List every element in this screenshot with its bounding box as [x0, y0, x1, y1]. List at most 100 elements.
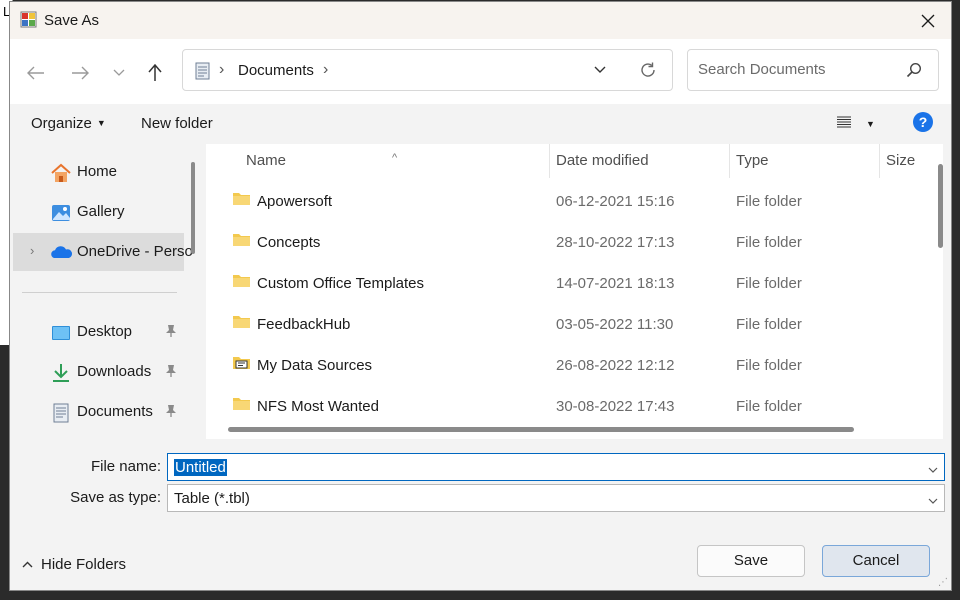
file-name: My Data Sources — [257, 357, 373, 374]
help-button[interactable]: ? — [912, 111, 934, 137]
navigation-pane-scrollbar[interactable] — [191, 162, 195, 254]
file-name: Apowersoft — [257, 193, 333, 210]
chevron-down-icon — [113, 69, 125, 76]
file-row[interactable]: FeedbackHub 03-05-2022 11:30 File folder — [206, 304, 929, 345]
sidebar-item-onedrive[interactable]: › OneDrive - Perso — [13, 233, 193, 271]
view-options-button[interactable] — [836, 115, 852, 133]
column-header-name[interactable]: Name ^ — [206, 144, 550, 178]
save-button[interactable]: Save — [697, 545, 805, 577]
folder-icon — [232, 190, 251, 210]
sidebar-item-home[interactable]: Home — [10, 153, 184, 191]
file-row[interactable]: NFS Most Wanted 30-08-2022 17:43 File fo… — [206, 386, 929, 427]
back-button[interactable] — [22, 59, 50, 87]
column-header-label: Date modified — [556, 152, 649, 169]
save-type-row: Save as type: Table (*.tbl) — [10, 484, 951, 512]
file-name: Custom Office Templates — [257, 275, 425, 292]
title-bar[interactable]: Save As — [10, 2, 951, 39]
file-type: File folder — [736, 275, 802, 292]
file-row[interactable]: My Data Sources 26-08-2022 12:12 File fo… — [206, 345, 929, 386]
column-header-date-modified[interactable]: Date modified — [550, 144, 730, 178]
file-date: 26-08-2022 12:12 — [556, 357, 675, 374]
new-folder-button[interactable]: New folder — [141, 115, 213, 132]
file-row[interactable]: Custom Office Templates 14-07-2021 18:13… — [206, 263, 929, 304]
horizontal-scrollbar[interactable] — [228, 427, 854, 432]
hide-folders-label: Hide Folders — [41, 556, 127, 573]
column-header-label: Size — [886, 152, 916, 169]
folder-icon — [232, 313, 251, 333]
chevron-down-icon[interactable] — [928, 492, 938, 509]
home-icon — [50, 162, 72, 184]
file-name: FeedbackHub — [257, 316, 351, 333]
arrow-right-icon — [72, 66, 89, 80]
sidebar-item-gallery[interactable]: Gallery — [10, 193, 184, 231]
chevron-down-icon — [594, 66, 606, 73]
breadcrumb-separator-icon[interactable]: › — [323, 61, 328, 79]
organize-button[interactable]: Organize ▼ — [31, 115, 106, 132]
app-icon — [20, 11, 37, 28]
file-type: File folder — [736, 193, 802, 210]
arrow-up-icon — [148, 64, 162, 81]
sidebar-item-label: Desktop — [77, 323, 133, 340]
save-as-dialog: Save As › Documents › Search Documents O… — [9, 1, 952, 591]
sidebar-item-label: Home — [77, 163, 118, 180]
folder-icon — [232, 231, 251, 251]
help-icon: ? — [913, 112, 933, 132]
file-name-row: File name: Untitled — [10, 453, 951, 481]
pin-icon[interactable] — [165, 364, 177, 382]
forward-button[interactable] — [66, 59, 94, 87]
hide-folders-button[interactable]: Hide Folders — [22, 556, 126, 573]
sidebar-item-label: Downloads — [77, 363, 152, 380]
save-type-value: Table (*.tbl) — [174, 490, 250, 507]
refresh-icon — [641, 62, 655, 77]
file-date: 30-08-2022 17:43 — [556, 398, 675, 415]
close-icon — [921, 14, 935, 27]
sidebar-item-documents[interactable]: Documents — [10, 393, 184, 431]
sidebar-item-label: OneDrive - Perso — [77, 243, 193, 260]
close-button[interactable] — [905, 2, 951, 39]
file-row[interactable]: Apowersoft 06-12-2021 15:16 File folder — [206, 181, 929, 222]
file-date: 14-07-2021 18:13 — [556, 275, 675, 292]
address-history-button[interactable] — [593, 62, 607, 80]
up-button[interactable] — [141, 59, 169, 87]
file-date: 06-12-2021 15:16 — [556, 193, 675, 210]
file-type: File folder — [736, 357, 802, 374]
column-header-label: Type — [736, 152, 769, 169]
navigation-pane: Home Gallery › OneDrive - Perso Desktop — [10, 144, 204, 439]
dialog-title: Save As — [44, 12, 100, 29]
desktop-icon — [50, 322, 72, 344]
search-box[interactable] — [687, 49, 939, 91]
onedrive-icon — [50, 242, 73, 264]
sidebar-divider — [22, 292, 177, 293]
refresh-button[interactable] — [639, 61, 657, 83]
address-bar[interactable]: › Documents › — [182, 49, 673, 91]
caret-down-icon: ▼ — [96, 118, 106, 128]
cancel-button[interactable]: Cancel — [822, 545, 930, 577]
search-input[interactable] — [696, 60, 900, 79]
file-name-field[interactable]: Untitled — [167, 453, 945, 481]
resize-grip-icon[interactable]: ⋰ — [938, 578, 948, 588]
chevron-down-icon[interactable] — [928, 461, 938, 478]
caret-down-icon[interactable]: ▼ — [866, 119, 875, 129]
pin-icon[interactable] — [165, 404, 177, 422]
file-name: Concepts — [257, 234, 321, 251]
vertical-scrollbar[interactable] — [938, 164, 943, 248]
documents-icon — [195, 62, 210, 84]
recent-locations-button[interactable] — [105, 59, 133, 87]
column-header-size[interactable]: Size — [880, 144, 929, 178]
file-row[interactable]: Concepts 28-10-2022 17:13 File folder — [206, 222, 929, 263]
file-type: File folder — [736, 234, 802, 251]
chevron-up-icon — [22, 555, 33, 572]
column-header-type[interactable]: Type — [730, 144, 880, 178]
file-name-value[interactable]: Untitled — [174, 459, 227, 476]
file-name: NFS Most Wanted — [257, 398, 379, 415]
sidebar-item-downloads[interactable]: Downloads — [10, 353, 184, 391]
breadcrumb-documents[interactable]: Documents — [238, 62, 314, 79]
folder-icon — [232, 272, 251, 292]
search-icon[interactable] — [906, 62, 922, 82]
chevron-right-icon[interactable]: › — [30, 243, 34, 258]
breadcrumb-separator-icon: › — [219, 61, 225, 78]
downloads-icon — [50, 362, 72, 384]
sidebar-item-desktop[interactable]: Desktop — [10, 313, 184, 351]
save-type-select[interactable]: Table (*.tbl) — [167, 484, 945, 512]
pin-icon[interactable] — [165, 324, 177, 342]
